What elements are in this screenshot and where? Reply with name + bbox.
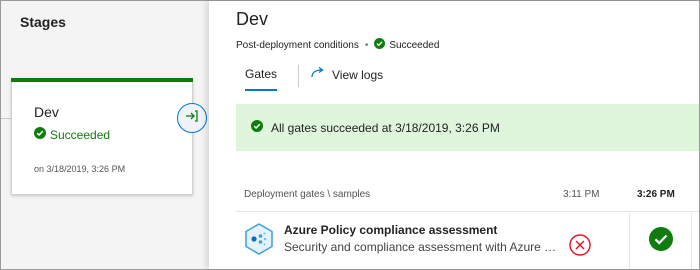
check-circle-icon (251, 120, 263, 135)
gate-description: Security and compliance assessment with … (284, 240, 564, 254)
stage-status-label: Succeeded (50, 127, 111, 142)
detail-panel: Dev Post-deployment conditions • Succeed… (209, 1, 699, 269)
column-header-326: 3:26 PM (637, 189, 675, 200)
view-logs-link[interactable]: View logs (311, 63, 383, 82)
result-cell-326[interactable] (629, 213, 692, 269)
gate-name: Azure Policy compliance assessment (284, 223, 498, 237)
detail-subtitle: Post-deployment conditions • Succeeded (236, 38, 439, 52)
stage-card-dev[interactable]: Dev Succeeded on 3/18/2019, 3:26 PM (11, 78, 193, 195)
error-circle-icon[interactable] (569, 234, 591, 261)
detail-status-label: Succeeded (389, 39, 440, 51)
stage-connector-line (1, 118, 11, 119)
view-logs-label: View logs (332, 67, 384, 82)
stage-status: Succeeded (34, 127, 110, 142)
page-title: Dev (236, 9, 269, 29)
subtitle-label: Post-deployment conditions (236, 39, 359, 51)
check-circle-icon (374, 38, 386, 52)
separator-dot: • (364, 39, 369, 51)
tab-bar: Gates View logs (236, 63, 383, 91)
success-circle-icon (648, 226, 673, 256)
gates-table-header: Deployment gates \ samples (244, 189, 371, 200)
stages-title: Stages (20, 14, 66, 30)
banner-text: All gates succeeded at 3/18/2019, 3:26 P… (271, 120, 500, 135)
arrow-into-bracket-icon (185, 109, 199, 128)
tab-gates[interactable]: Gates (236, 63, 286, 91)
success-banner: All gates succeeded at 3/18/2019, 3:26 P… (236, 104, 699, 151)
stage-date: on 3/18/2019, 3:26 PM (34, 164, 126, 174)
tab-divider (298, 65, 300, 87)
stage-name: Dev (34, 104, 59, 120)
table-row[interactable]: Azure Policy compliance assessment Secur… (236, 211, 699, 269)
post-deployment-gate-button[interactable] (177, 103, 207, 133)
check-circle-icon (34, 127, 46, 142)
redo-arrow-icon (311, 66, 325, 82)
stage-status-bar (11, 78, 193, 82)
stages-pane: Stages Dev Succeeded on 3/18/2019, 3:26 … (1, 1, 209, 269)
column-header-311: 3:11 PM (563, 189, 600, 200)
azure-policy-icon (244, 223, 274, 260)
